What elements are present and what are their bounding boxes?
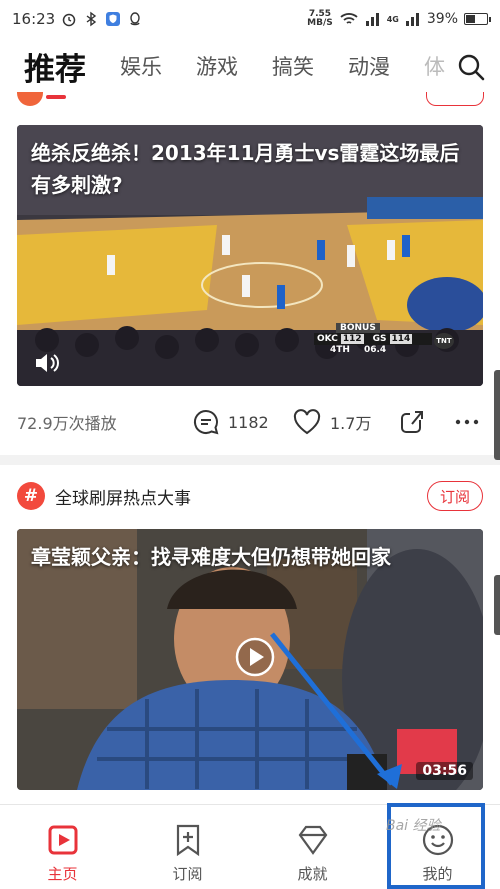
qq-icon	[130, 12, 140, 26]
channel-header: # 全球刷屏热点大事 订阅	[17, 477, 483, 515]
more-icon[interactable]	[453, 408, 481, 436]
video-stats-row: 72.9万次播放 1182 1.7万	[17, 400, 483, 444]
tab-recommend[interactable]: 推荐	[24, 44, 86, 99]
battery-percent: 39%	[426, 11, 458, 27]
search-icon[interactable]	[456, 52, 486, 82]
network-speed: 7.55 MB/S	[307, 9, 333, 28]
signal-icon	[365, 13, 379, 26]
diamond-icon	[298, 825, 327, 855]
prev-subscribe-button[interactable]	[426, 92, 484, 106]
video-thumbnail-news[interactable]: 章莹颖父亲：找寻难度大但仍想带她回家 03:56	[17, 529, 483, 790]
category-tabs: 推荐 娱乐 游戏 搞笑 动漫 体	[0, 38, 500, 99]
edge-handle-2[interactable]	[494, 575, 500, 635]
tab-entertainment[interactable]: 娱乐	[120, 51, 162, 81]
volume-icon[interactable]	[33, 351, 63, 375]
video-thumbnail-basketball[interactable]: 绝杀反绝杀！2013年11月勇士vs雷霆这场最后有多刺激? BONUS OKC …	[17, 125, 483, 386]
scoreboard: BONUS OKC 112 GS 114 4TH 06.4 TNT	[314, 323, 454, 355]
nav-achievements[interactable]: 成就	[250, 805, 375, 889]
comment-count: 1182	[228, 412, 269, 432]
comment-icon	[194, 409, 219, 435]
subscribe-button[interactable]: 订阅	[427, 481, 483, 511]
home-play-icon	[48, 825, 77, 855]
network-type: 4G	[386, 14, 399, 24]
tab-anime[interactable]: 动漫	[348, 51, 390, 81]
bookmark-plus-icon	[176, 824, 199, 857]
like-button[interactable]: 1.7万	[292, 408, 371, 436]
nav-subscriptions[interactable]: 订阅	[125, 805, 250, 889]
active-tab-indicator	[46, 94, 66, 99]
tab-games[interactable]: 游戏	[196, 51, 238, 81]
video-title: 绝杀反绝杀！2013年11月勇士vs雷霆这场最后有多刺激?	[31, 141, 460, 197]
channel-name[interactable]: 全球刷屏热点大事	[55, 484, 191, 509]
play-icon[interactable]	[235, 637, 275, 677]
alarm-icon	[62, 13, 76, 27]
tab-funny[interactable]: 搞笑	[272, 51, 314, 81]
tab-sports[interactable]: 体	[424, 51, 445, 81]
video-duration: 03:56	[416, 762, 473, 780]
prev-channel-avatar[interactable]	[17, 92, 43, 106]
video-title: 章莹颖父亲：找寻难度大但仍想带她回家	[31, 545, 391, 569]
like-count: 1.7万	[330, 414, 372, 433]
bluetooth-icon	[86, 11, 97, 27]
app-screen: 16:23 7.55 MB/S 4G 39% 推荐 娱乐 游戏 搞笑 动漫 体 …	[0, 0, 500, 889]
shield-app-icon	[106, 12, 121, 26]
nav-home[interactable]: 主页	[0, 805, 125, 889]
watermark: Bai 经验	[386, 818, 441, 834]
edge-handle[interactable]	[494, 370, 500, 460]
feed-divider	[0, 455, 500, 465]
share-icon[interactable]	[398, 408, 426, 436]
play-count: 72.9万次播放	[17, 414, 117, 433]
battery-icon	[464, 13, 491, 25]
status-time: 16:23	[12, 10, 56, 28]
signal-icon-2	[405, 13, 419, 26]
heart-icon	[293, 409, 321, 435]
status-bar: 16:23 7.55 MB/S 4G 39%	[0, 0, 500, 38]
comment-button[interactable]: 1182	[192, 408, 269, 436]
wifi-icon	[340, 13, 358, 24]
channel-avatar[interactable]: #	[17, 482, 45, 510]
